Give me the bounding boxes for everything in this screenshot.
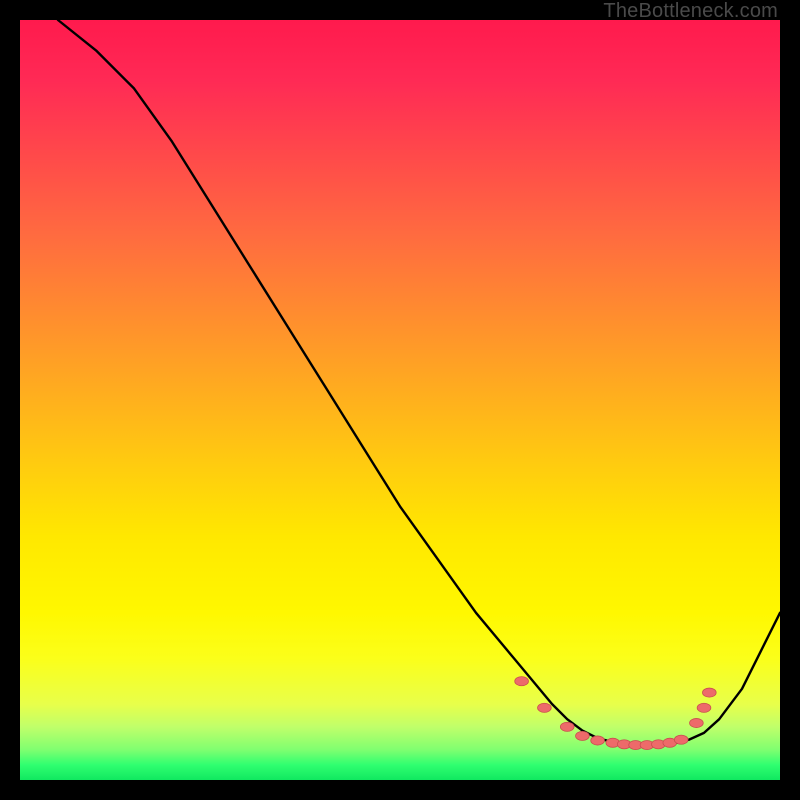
highlight-dot <box>576 731 590 740</box>
highlight-dot <box>690 718 704 727</box>
highlight-dot <box>674 735 688 744</box>
highlight-dot <box>515 677 529 686</box>
highlight-dot <box>538 703 552 712</box>
highlight-dot <box>697 703 711 712</box>
highlight-dot <box>702 688 716 697</box>
highlight-dot <box>591 736 605 745</box>
chart-svg <box>20 20 780 780</box>
bottleneck-curve <box>58 20 780 745</box>
marker-group <box>515 677 716 750</box>
highlight-dot <box>560 722 574 731</box>
chart-wrapper: TheBottleneck.com <box>0 0 800 800</box>
